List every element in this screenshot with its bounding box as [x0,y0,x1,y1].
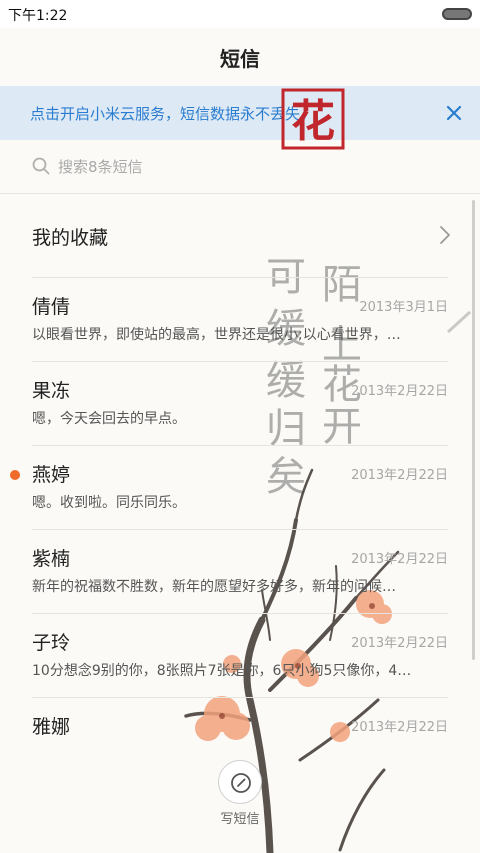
red-seal-stamp: 花 [279,82,351,152]
message-date: 2013年2月22日 [351,468,448,483]
favorites-label: 我的收藏 [32,227,109,249]
message-date: 2013年2月22日 [351,384,448,399]
favorites-row[interactable]: 我的收藏 [32,194,450,278]
cloud-service-banner[interactable]: 点击开启小米云服务，短信数据永不丢失。 [0,86,480,140]
page-title: 短信 [220,46,260,71]
conversation-row[interactable]: 紫楠 2013年2月22日 新年的祝福数不胜数，新年的愿望好多好多，新年的问候… [32,530,448,614]
search-input[interactable] [58,152,438,182]
chevron-right-icon [438,224,452,246]
message-preview: 以眼看世界，即使站的最高，世界还是很小;以心看世界，… [32,327,401,343]
seal-char: 花 [291,96,335,147]
conversation-row[interactable]: 果冻 2013年2月22日 嗯，今天会回去的早点。 [32,362,448,446]
conversation-row[interactable]: 倩倩 2013年3月1日 以眼看世界，即使站的最高，世界还是很小;以心看世界，… [32,278,448,362]
message-date: 2013年2月22日 [351,636,448,651]
close-icon[interactable] [444,103,464,123]
status-bar: 下午1:22 [0,0,480,28]
battery-icon [442,8,472,20]
scrollbar[interactable] [472,200,475,660]
banner-text[interactable]: 点击开启小米云服务，短信数据永不丢失。 [30,103,315,124]
message-preview: 嗯。收到啦。同乐同乐。 [32,495,186,511]
compose-label[interactable]: 写短信 [210,808,270,827]
message-date: 2013年3月1日 [359,300,448,315]
conversation-row[interactable]: 燕婷 2013年2月22日 嗯。收到啦。同乐同乐。 [10,446,448,530]
conversation-row[interactable]: 子玲 2013年2月22日 10分想念9别的你，8张照片7张是你，6只小狗5只像… [32,614,448,698]
message-preview: 10分想念9别的你，8张照片7张是你，6只小狗5只像你，4… [32,663,412,679]
contact-name: 雅娜 [32,716,71,738]
contact-name: 燕婷 [32,464,71,486]
message-preview: 新年的祝福数不胜数，新年的愿望好多好多，新年的问候… [32,579,396,595]
unread-dot-icon [10,470,20,480]
contact-name: 果冻 [32,380,71,402]
message-preview: 嗯，今天会回去的早点。 [32,411,186,427]
title-bar: 短信 [0,28,480,86]
contact-name: 子玲 [32,632,71,654]
contact-name: 紫楠 [32,548,71,570]
search-icon [32,157,50,175]
message-date: 2013年2月22日 [351,552,448,567]
compose-button[interactable] [218,760,262,804]
compose-icon [231,773,251,793]
message-date: 2013年2月22日 [351,720,448,735]
conversation-list: 我的收藏 倩倩 2013年3月1日 以眼看世界，即使站的最高，世界还是很小;以心… [0,194,480,782]
search-bar[interactable] [0,140,480,194]
status-time: 下午1:22 [8,8,68,24]
contact-name: 倩倩 [32,296,71,318]
